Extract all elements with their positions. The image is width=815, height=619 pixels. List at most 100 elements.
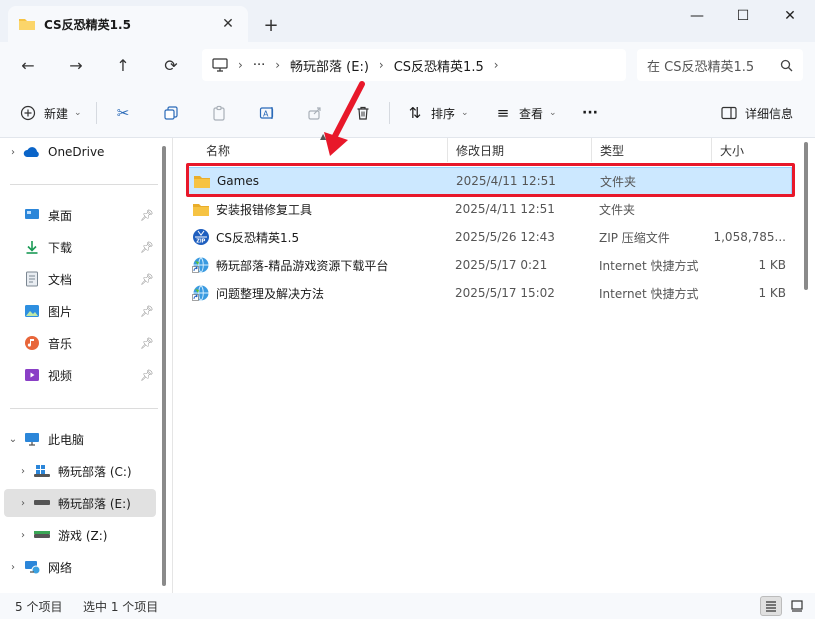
- pane-divider[interactable]: [172, 138, 173, 593]
- clipboard-icon: [209, 103, 229, 123]
- file-size: 1,058,785...: [713, 230, 786, 244]
- chevron-down-icon: ⌄: [74, 108, 82, 118]
- folder-icon: [18, 16, 36, 32]
- cloud-icon: [22, 143, 42, 161]
- refresh-icon[interactable]: ⟳: [156, 51, 186, 79]
- tab-title: CS反恐精英1.5: [44, 17, 131, 32]
- sidebar-label: 此电脑: [48, 432, 85, 447]
- breadcrumb-folder[interactable]: CS反恐精英1.5: [394, 56, 484, 75]
- scissors-icon: ✂: [116, 104, 130, 122]
- pin-icon[interactable]: 📌︎: [138, 337, 156, 350]
- details-view-button[interactable]: [760, 596, 782, 616]
- breadcrumb-more[interactable]: ···: [253, 58, 265, 73]
- sidebar-label: 下载: [48, 240, 73, 255]
- pin-icon[interactable]: 📌︎: [138, 241, 156, 254]
- rename-button[interactable]: A: [257, 100, 277, 126]
- navigation-bar: ← → ↑ ⟳ › ··· › 畅玩部落 (E:) › CS反恐精英1.5 › …: [0, 42, 815, 88]
- column-headers: ▲ 名称 修改日期 类型 大小: [174, 132, 815, 162]
- view-button[interactable]: ≡ 查看 ⌄: [493, 100, 557, 126]
- sidebar-item-music[interactable]: 音乐 📌︎: [4, 329, 156, 357]
- up-arrow-icon[interactable]: ↑: [108, 51, 138, 79]
- sidebar-item-drive-z[interactable]: › 游戏 (Z:): [4, 521, 156, 549]
- file-type: ZIP 压缩文件: [599, 230, 670, 245]
- chevron-right-icon[interactable]: ›: [4, 147, 22, 158]
- sidebar-label: 文档: [48, 272, 73, 287]
- sidebar-item-desktop[interactable]: 桌面 📌︎: [4, 201, 156, 229]
- file-list-scrollbar[interactable]: [804, 142, 808, 290]
- chevron-right-icon[interactable]: ›: [4, 562, 22, 573]
- content-area: › OneDrive 桌面 📌︎ 下载 📌︎ 文档 📌︎ 图片 📌︎ 音乐 📌︎…: [0, 132, 815, 593]
- copy-button[interactable]: [161, 100, 181, 126]
- breadcrumb-chevron-icon: ›: [378, 58, 384, 72]
- back-arrow-icon[interactable]: ←: [13, 51, 43, 79]
- new-button[interactable]: 新建 ⌄: [18, 100, 82, 126]
- details-pane-button[interactable]: 详细信息: [719, 100, 793, 126]
- download-icon: [22, 238, 42, 256]
- sidebar-label: OneDrive: [48, 145, 105, 159]
- maximize-button[interactable]: ☐: [720, 0, 766, 32]
- column-header-name[interactable]: ▲ 名称: [174, 132, 448, 162]
- selected-count: 选中 1 个项目: [83, 599, 159, 614]
- file-row-repair-tool[interactable]: 安装报错修复工具 2025/4/11 12:51 文件夹: [188, 195, 792, 223]
- folder-icon: [193, 174, 211, 189]
- address-bar[interactable]: › ··· › 畅玩部落 (E:) › CS反恐精英1.5 ›: [202, 49, 626, 81]
- sidebar-item-downloads[interactable]: 下载 📌︎: [4, 233, 156, 261]
- sidebar-label: 桌面: [48, 208, 73, 223]
- close-window-button[interactable]: ✕: [767, 0, 813, 32]
- file-row-shortcut-platform[interactable]: 畅玩部落-精品游戏资源下载平台 2025/5/17 0:21 Internet …: [188, 251, 792, 279]
- toolbar-divider: [96, 102, 97, 124]
- desktop-icon: [22, 206, 42, 224]
- sidebar-scrollbar[interactable]: [162, 146, 166, 586]
- column-header-size[interactable]: 大小: [712, 138, 790, 162]
- sidebar-item-videos[interactable]: 视频 📌︎: [4, 361, 156, 389]
- item-count: 5 个项目: [15, 599, 63, 614]
- sidebar-item-this-pc[interactable]: ⌄ 此电脑: [4, 425, 156, 453]
- sidebar-item-pictures[interactable]: 图片 📌︎: [4, 297, 156, 325]
- column-size-label: 大小: [720, 143, 745, 158]
- file-date: 2025/5/17 15:02: [455, 286, 555, 300]
- breadcrumb-chevron-icon[interactable]: ›: [494, 58, 499, 72]
- forward-arrow-icon[interactable]: →: [61, 51, 91, 79]
- sidebar-item-drive-c[interactable]: › 畅玩部落 (C:): [4, 457, 156, 485]
- column-header-date[interactable]: 修改日期: [448, 138, 592, 162]
- large-icons-view-button[interactable]: [786, 596, 808, 616]
- chevron-right-icon[interactable]: ›: [14, 466, 32, 477]
- file-row-games[interactable]: Games 2025/4/11 12:51 文件夹: [188, 167, 792, 195]
- chevron-down-icon[interactable]: ⌄: [4, 434, 22, 445]
- annotation-arrow-icon: [324, 81, 365, 156]
- chevron-right-icon[interactable]: ›: [14, 530, 32, 541]
- pin-icon[interactable]: 📌︎: [138, 305, 156, 318]
- close-tab-icon[interactable]: ✕: [218, 14, 238, 34]
- paste-button[interactable]: [209, 100, 229, 126]
- pin-icon[interactable]: 📌︎: [138, 273, 156, 286]
- svg-text:ZIP: ZIP: [196, 239, 205, 245]
- sidebar-item-documents[interactable]: 文档 📌︎: [4, 265, 156, 293]
- sidebar-label: 网络: [48, 560, 73, 575]
- column-header-type[interactable]: 类型: [592, 138, 712, 162]
- search-input[interactable]: 在 CS反恐精英1.5: [637, 49, 803, 81]
- new-tab-button[interactable]: +: [258, 12, 284, 38]
- file-row-zip[interactable]: ZIP CS反恐精英1.5 2025/5/26 12:43 ZIP 压缩文件 1…: [188, 223, 792, 251]
- details-label: 详细信息: [745, 106, 794, 121]
- sidebar-item-drive-e[interactable]: › 畅玩部落 (E:): [4, 489, 156, 517]
- pin-icon[interactable]: 📌︎: [138, 209, 156, 222]
- file-type: 文件夹: [600, 174, 637, 189]
- zip-icon: ZIP: [192, 228, 210, 246]
- file-name: CS反恐精英1.5: [216, 230, 300, 245]
- file-row-shortcut-faq[interactable]: 问题整理及解决方法 2025/5/17 15:02 Internet 快捷方式 …: [188, 279, 792, 307]
- chevron-down-icon: ⌄: [461, 108, 469, 118]
- chevron-right-icon[interactable]: ›: [14, 498, 32, 509]
- cut-button[interactable]: ✂: [113, 100, 133, 126]
- breadcrumb-chevron-icon: ›: [238, 58, 243, 72]
- sidebar-item-onedrive[interactable]: › OneDrive: [4, 138, 156, 166]
- more-options-button[interactable]: ···: [582, 100, 598, 126]
- column-type-label: 类型: [600, 143, 625, 158]
- view-label: 查看: [519, 106, 544, 121]
- breadcrumb-drive[interactable]: 畅玩部落 (E:): [290, 56, 369, 75]
- explorer-tab[interactable]: CS反恐精英1.5 ✕: [8, 6, 248, 42]
- pin-icon[interactable]: 📌︎: [138, 369, 156, 382]
- sort-button[interactable]: ⇅ 排序 ⌄: [405, 100, 469, 126]
- minimize-button[interactable]: —: [674, 0, 720, 32]
- sort-icon: ⇅: [408, 104, 422, 122]
- sidebar-item-network[interactable]: › 网络: [4, 553, 156, 581]
